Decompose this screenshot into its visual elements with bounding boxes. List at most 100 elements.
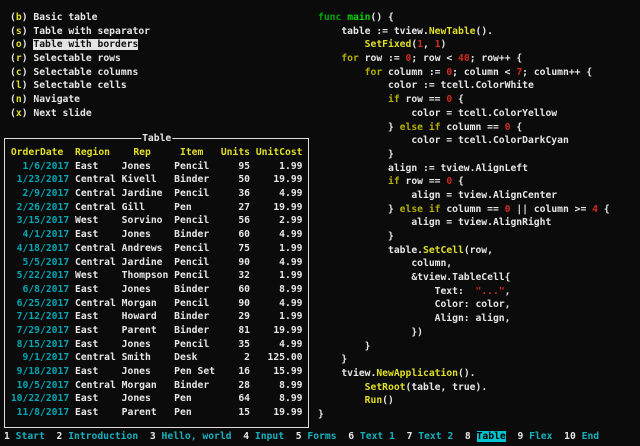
table-cell: 16 [221, 366, 256, 377]
code-token: color = tcell.ColorDarkCyan [318, 135, 569, 146]
table-cell: 56 [221, 215, 256, 226]
table-cell: 2/26/2017 [11, 202, 75, 213]
table-cell: 3/15/2017 [11, 215, 75, 226]
table-cell: 125.00 [256, 352, 309, 363]
table-cell: 19.99 [256, 202, 309, 213]
menu-item-s[interactable]: (s) Table with separator [10, 25, 150, 39]
code-token: column := [382, 67, 446, 78]
code-token: SetRoot [365, 382, 406, 393]
table-cell: Jones [122, 366, 175, 377]
code-token: column == [441, 204, 505, 215]
menu-item-l[interactable]: (l) Selectable cells [10, 79, 150, 93]
menu-item-x[interactable]: (x) Next slide [10, 107, 150, 121]
table-cell: 15.99 [256, 366, 309, 377]
table-cell: East [75, 339, 122, 350]
code-token: (table, true). [406, 382, 488, 393]
menu-label: Selectable rows [33, 53, 121, 64]
menu-item-b[interactable]: (b) Basic table [10, 11, 150, 25]
table-cell: 1.99 [256, 161, 309, 172]
table-cell: Central [75, 188, 122, 199]
table-cell: Jones [122, 229, 175, 240]
slide-label: Forms [307, 431, 336, 442]
code-line: table := tview.NewTable(). [318, 25, 610, 39]
statusbar-slide-text-1[interactable]: 6 Text 1 [348, 431, 395, 442]
code-token: Run [365, 395, 383, 406]
slide-gap [284, 431, 296, 442]
table-cell: Howard [122, 311, 175, 322]
code-token: else [400, 122, 423, 133]
table-cell: 1/23/2017 [11, 174, 75, 185]
code-line: Align: align, [318, 312, 610, 326]
table-cell: 4.99 [256, 298, 309, 309]
code-line: SetFixed(1, 1) [318, 38, 610, 52]
table-cell: Pencil [174, 298, 221, 309]
table-row: 7/29/2017 East Parent Binder 81 19.99 [5, 324, 308, 338]
menu-label: Selectable columns [33, 67, 138, 78]
statusbar-slide-table[interactable]: 8 Table [465, 431, 506, 442]
menu-item-n[interactable]: (n) Navigate [10, 93, 150, 107]
slide-number: 6 [348, 431, 360, 442]
table-cell: East [75, 311, 122, 322]
code-token: else [400, 204, 423, 215]
code-line: color = tcell.ColorYellow [318, 107, 610, 121]
statusbar-slide-forms[interactable]: 5 Forms [296, 431, 337, 442]
table-panel[interactable]: Table OrderDate Region Rep Item Units Un… [4, 138, 309, 428]
table-cell: Binder [174, 174, 221, 185]
table-cell: Central [75, 298, 122, 309]
table-row: 7/12/2017 East Howard Binder 29 1.99 [5, 310, 308, 324]
statusbar-slide-hello-world[interactable]: 3 Hello, world [150, 431, 232, 442]
table-cell: 4.99 [256, 188, 309, 199]
table-cell: 50 [221, 174, 256, 185]
table-row: 10/22/2017 East Jones Pen 64 8.99 [5, 392, 308, 406]
table-cell: 95 [221, 161, 256, 172]
statusbar-slide-input[interactable]: 4 Input [243, 431, 284, 442]
slide-number: 3 [150, 431, 162, 442]
code-line: color := tcell.ColorWhite [318, 79, 610, 93]
code-token: row := [359, 53, 406, 64]
statusbar-slide-text-2[interactable]: 7 Text 2 [407, 431, 454, 442]
code-token: if [388, 94, 400, 105]
statusbar-slide-flex[interactable]: 9 Flex [517, 431, 552, 442]
code-line: column, [318, 257, 610, 271]
slide-gap [395, 431, 407, 442]
code-token: }) [318, 327, 423, 338]
code-line: align = tview.AlignCenter [318, 189, 610, 203]
table-grid: OrderDate Region Rep Item Units UnitCost… [5, 146, 308, 420]
table-cell: 2 [221, 352, 256, 363]
statusbar-slide-start[interactable]: 1 Start [4, 431, 45, 442]
table-header: Units [221, 147, 256, 158]
menu-item-r[interactable]: (r) Selectable rows [10, 52, 150, 66]
code-line: func main() { [318, 11, 610, 25]
slide-label: Introduction [68, 431, 138, 442]
table-cell: 8.99 [256, 380, 309, 391]
menu-label: Table with separator [33, 26, 150, 37]
statusbar-slide-end[interactable]: 10 End [564, 431, 599, 442]
code-line: if row == 0 { [318, 93, 610, 107]
slide-number: 7 [407, 431, 419, 442]
menu-key-paren: ) [22, 39, 34, 50]
table-cell: Binder [174, 284, 221, 295]
code-token [318, 53, 341, 64]
table-row: 4/1/2017 East Jones Binder 60 4.99 [5, 228, 308, 242]
table-row: 3/15/2017 West Sorvino Pencil 56 2.99 [5, 214, 308, 228]
table-cell: 5/22/2017 [11, 270, 75, 281]
table-cell: 29 [221, 311, 256, 322]
table-cell: West [75, 270, 122, 281]
code-token: } [318, 122, 400, 133]
statusbar-slide-introduction[interactable]: 2 Introduction [57, 431, 139, 442]
code-token: table := tview. [318, 26, 429, 37]
table-cell: Jones [122, 284, 175, 295]
menu-item-o[interactable]: (o) Table with borders [10, 38, 150, 52]
table-row: 8/15/2017 East Jones Pencil 35 4.99 [5, 338, 308, 352]
menu-item-c[interactable]: (c) Selectable columns [10, 66, 150, 80]
code-token: for [341, 53, 359, 64]
table-cell: 19.99 [256, 325, 309, 336]
code-token: if [388, 176, 400, 187]
code-token: } [318, 149, 394, 160]
slide-statusbar: 1 Start 2 Introduction 3 Hello, world 4 … [4, 430, 599, 444]
slide-number: 1 [4, 431, 16, 442]
table-cell: East [75, 366, 122, 377]
table-cell: Jones [122, 161, 175, 172]
code-token: } [318, 204, 400, 215]
slide-label: Table [477, 431, 506, 442]
